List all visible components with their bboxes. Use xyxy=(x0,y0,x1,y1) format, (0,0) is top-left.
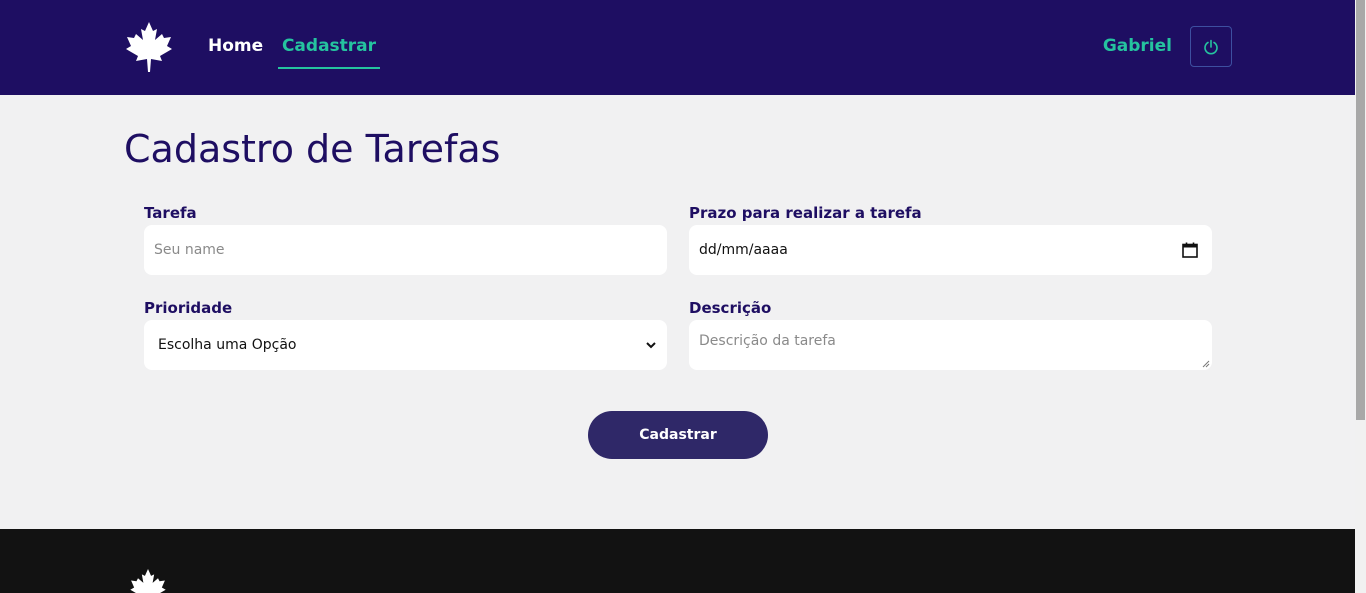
page-title: Cadastro de Tarefas xyxy=(124,127,501,171)
task-label: Tarefa xyxy=(144,204,197,222)
footer xyxy=(0,529,1355,593)
power-icon xyxy=(1204,39,1218,54)
description-label: Descrição xyxy=(689,299,772,317)
task-input[interactable] xyxy=(144,225,667,275)
maple-leaf-icon[interactable] xyxy=(125,569,171,593)
scrollbar-thumb[interactable] xyxy=(1356,0,1365,420)
priority-select[interactable]: Escolha uma Opção xyxy=(144,320,667,370)
calendar-icon[interactable] xyxy=(1182,242,1198,258)
submit-button[interactable]: Cadastrar xyxy=(588,411,768,459)
deadline-date-input[interactable]: dd/mm/aaaa xyxy=(689,225,1212,275)
nav-link-home[interactable]: Home xyxy=(208,35,263,57)
description-placeholder: Descrição da tarefa xyxy=(699,333,836,349)
logout-button[interactable] xyxy=(1190,26,1232,67)
nav-link-cadastrar[interactable]: Cadastrar xyxy=(278,35,380,69)
navbar: Home Cadastrar Gabriel xyxy=(0,0,1355,95)
resize-handle-icon[interactable] xyxy=(1202,360,1210,368)
priority-label: Prioridade xyxy=(144,299,233,317)
chevron-down-icon xyxy=(646,342,656,349)
description-textarea[interactable]: Descrição da tarefa xyxy=(689,320,1212,370)
deadline-label: Prazo para realizar a tarefa xyxy=(689,204,922,222)
maple-leaf-icon[interactable] xyxy=(125,22,173,74)
priority-selected-value: Escolha uma Opção xyxy=(158,337,297,353)
user-name: Gabriel xyxy=(1102,36,1172,56)
deadline-date-value: dd/mm/aaaa xyxy=(699,242,788,258)
